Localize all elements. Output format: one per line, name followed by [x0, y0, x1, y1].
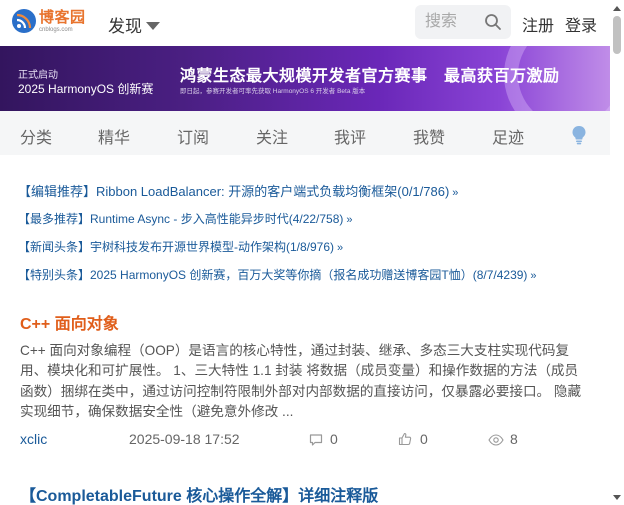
scroll-down-arrow[interactable]	[613, 495, 621, 500]
article-date: 2025-09-18 17:52	[129, 431, 240, 447]
headline-text: 【最多推荐】Runtime Async - 步入高性能异步时代(4/22/758…	[18, 212, 344, 226]
article-title[interactable]: C++ 面向对象	[20, 310, 119, 334]
logo-domain: cnblogs.com	[39, 26, 73, 33]
headline-news[interactable]: 【新闻头条】宇树科技发布开源世界模型-动作架构(1/8/976)»	[18, 238, 343, 255]
discover-label: 发现	[108, 17, 142, 36]
headline-arrow: »	[452, 187, 459, 199]
like-count[interactable]: 0	[420, 431, 428, 447]
article-title[interactable]: 【CompletableFuture 核心操作全解】详细注释版	[20, 482, 378, 505]
article-author[interactable]: xclic	[20, 431, 47, 447]
harmonyos-banner[interactable]: 正式启动 2025 HarmonyOS 创新赛 鸿蒙生态最大规模开发者官方赛事 …	[0, 46, 610, 111]
comment-count[interactable]: 0	[330, 431, 338, 447]
search-box[interactable]	[415, 5, 511, 39]
eye-icon	[488, 434, 504, 446]
nav-item-featured[interactable]: 精华	[98, 124, 130, 148]
discover-menu[interactable]: 发现	[108, 12, 160, 37]
logo-title: 博客园	[39, 8, 86, 26]
search-input[interactable]	[415, 5, 485, 39]
headline-arrow: »	[530, 270, 537, 282]
cnblogs-mobile-page: 博客园 cnblogs.com 发现 注册 登录 正式启动 2025 Harmo…	[0, 0, 624, 505]
headline-special[interactable]: 【特别头条】2025 HarmonyOS 创新赛，百万大奖等你摘（报名成功赠送博…	[18, 266, 537, 283]
headline-most-recommended[interactable]: 【最多推荐】Runtime Async - 步入高性能异步时代(4/22/758…	[18, 210, 353, 227]
headline-text: 【特别头条】2025 HarmonyOS 创新赛，百万大奖等你摘（报名成功赠送博…	[18, 268, 528, 282]
page-scrollbar[interactable]	[610, 0, 624, 505]
banner-headline: 鸿蒙生态最大规模开发者官方赛事 最高获百万激励	[180, 68, 560, 85]
nav-item-my-likes[interactable]: 我赞	[413, 124, 445, 148]
headline-text: 【新闻头条】宇树科技发布开源世界模型-动作架构(1/8/976)	[18, 240, 335, 254]
rss-logo-icon	[12, 9, 36, 33]
register-link[interactable]: 注册	[522, 12, 554, 36]
top-header: 博客园 cnblogs.com 发现 注册 登录	[0, 0, 610, 46]
headline-arrow: »	[337, 242, 344, 254]
nav-item-following[interactable]: 关注	[256, 124, 288, 148]
lightbulb-icon[interactable]	[571, 125, 587, 145]
nav-item-category[interactable]: 分类	[20, 124, 52, 148]
login-link[interactable]: 登录	[565, 12, 597, 36]
search-icon[interactable]	[484, 13, 502, 31]
banner-tag: 正式启动	[18, 70, 58, 81]
nav-item-subscribe[interactable]: 订阅	[177, 124, 209, 148]
nav-item-my-comments[interactable]: 我评	[334, 124, 366, 148]
headline-text: 【编辑推荐】Ribbon LoadBalancer: 开源的客户端式负载均衡框架…	[18, 184, 450, 199]
nav-item-history[interactable]: 足迹	[492, 124, 524, 148]
view-count: 8	[510, 431, 518, 447]
banner-subtext: 即日起，参赛开发者可率先获取 HarmonyOS 6 开发者 Beta 版本	[180, 88, 366, 95]
comment-icon	[309, 434, 323, 446]
scroll-thumb[interactable]	[613, 16, 621, 54]
thumbs-up-icon	[398, 432, 412, 446]
article-summary: C++ 面向对象编程（OOP）是语言的核心特性，通过封装、继承、多态三大支柱实现…	[20, 343, 582, 420]
caret-down-icon	[146, 21, 160, 30]
scroll-up-arrow[interactable]	[613, 6, 621, 11]
banner-edition: 2025 HarmonyOS 创新赛	[18, 82, 154, 96]
site-logo[interactable]: 博客园 cnblogs.com	[12, 9, 86, 33]
headline-editor-pick[interactable]: 【编辑推荐】Ribbon LoadBalancer: 开源的客户端式负载均衡框架…	[18, 181, 458, 200]
headline-arrow: »	[346, 214, 353, 226]
